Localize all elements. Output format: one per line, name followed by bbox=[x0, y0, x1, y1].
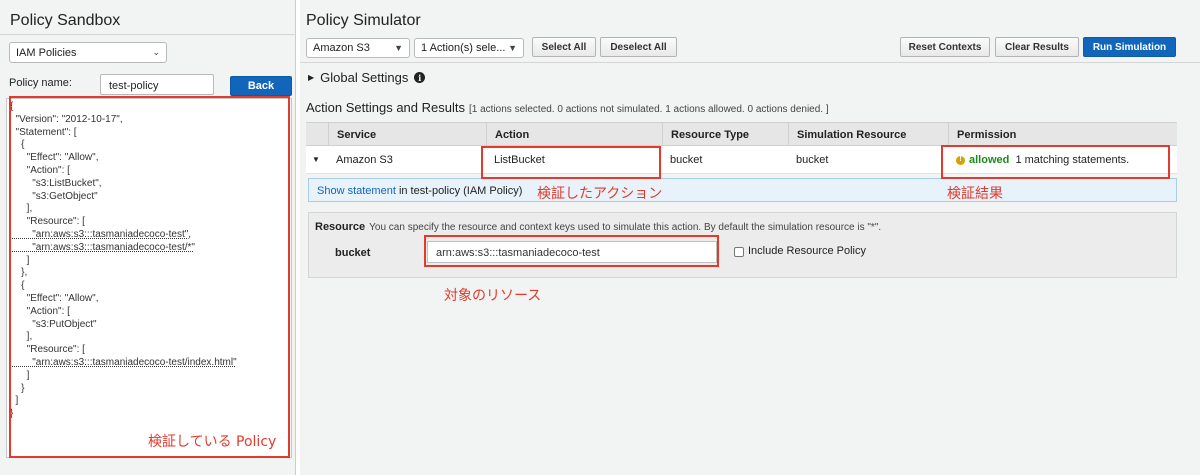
caret-down-icon: ▼ bbox=[394, 43, 403, 53]
service-select[interactable]: Amazon S3 ▼ bbox=[306, 38, 410, 58]
resource-label: Resource bbox=[315, 221, 366, 233]
action-settings-heading: Action Settings and Results [1 actions se… bbox=[306, 100, 829, 115]
column-header-service[interactable]: Service bbox=[328, 123, 486, 147]
resource-key-label: bucket bbox=[335, 247, 371, 259]
action-select[interactable]: 1 Action(s) sele... ▼ bbox=[414, 38, 524, 58]
sandbox-divider bbox=[0, 34, 296, 35]
resource-hint: You can specify the resource and context… bbox=[369, 222, 882, 233]
caret-right-icon: ▶ bbox=[308, 73, 315, 82]
cell-service: Amazon S3 bbox=[336, 154, 393, 166]
policy-type-value: IAM Policies bbox=[16, 46, 77, 59]
action-settings-summary: [1 actions selected. 0 actions not simul… bbox=[468, 104, 829, 115]
results-table-header: Service Action Resource Type Simulation … bbox=[306, 122, 1177, 147]
action-highlight-box bbox=[481, 146, 661, 179]
action-settings-title: Action Settings and Results bbox=[306, 100, 465, 115]
column-header-resource-type[interactable]: Resource Type bbox=[662, 123, 788, 147]
reset-contexts-button[interactable]: Reset Contexts bbox=[900, 37, 990, 57]
action-annotation: 検証したアクション bbox=[537, 186, 663, 202]
statement-source: in test-policy (IAM Policy) bbox=[398, 185, 523, 197]
column-header-action[interactable]: Action bbox=[486, 123, 662, 147]
result-highlight-box bbox=[941, 145, 1170, 179]
clear-results-button[interactable]: Clear Results bbox=[995, 37, 1079, 57]
cell-resource-type: bucket bbox=[670, 154, 703, 166]
policy-type-select[interactable]: IAM Policies ⌄ bbox=[9, 42, 167, 63]
action-select-value: 1 Action(s) sele... bbox=[421, 42, 506, 54]
back-button[interactable]: Back bbox=[230, 76, 292, 96]
toolbar-divider bbox=[300, 62, 1200, 63]
global-settings-toggle[interactable]: ▶ Global Settings i bbox=[308, 70, 426, 85]
select-all-button[interactable]: Select All bbox=[532, 37, 596, 57]
resource-annotation: 対象のリソース bbox=[444, 288, 542, 304]
info-icon[interactable]: i bbox=[414, 72, 426, 83]
show-statement-link[interactable]: Show statement bbox=[317, 185, 396, 197]
simulator-title: Policy Simulator bbox=[306, 12, 421, 29]
include-resource-policy-label: Include Resource Policy bbox=[748, 245, 867, 257]
run-simulation-button[interactable]: Run Simulation bbox=[1083, 37, 1176, 57]
caret-down-icon: ▼ bbox=[508, 43, 517, 53]
sandbox-title: Policy Sandbox bbox=[10, 12, 121, 29]
resource-highlight-box bbox=[424, 235, 719, 267]
statement-bar: Show statement in test-policy (IAM Polic… bbox=[308, 178, 1177, 202]
policy-annotation: 検証している Policy bbox=[148, 434, 277, 450]
row-expand-icon[interactable]: ▼ bbox=[306, 146, 320, 174]
column-header-permission[interactable]: Permission bbox=[948, 123, 1177, 147]
global-settings-label: Global Settings bbox=[320, 70, 409, 85]
service-select-value: Amazon S3 bbox=[313, 42, 370, 54]
policy-highlight-box bbox=[9, 96, 290, 458]
result-annotation: 検証結果 bbox=[947, 186, 1003, 202]
policy-name-field[interactable]: test-policy bbox=[100, 74, 214, 95]
column-header-simulation-resource[interactable]: Simulation Resource bbox=[788, 123, 948, 147]
include-resource-policy-checkbox[interactable] bbox=[734, 247, 744, 257]
policy-name-label: Policy name: bbox=[9, 77, 72, 89]
cell-simulation-resource: bucket bbox=[796, 154, 829, 166]
chevron-down-icon: ⌄ bbox=[152, 47, 160, 57]
resource-heading: Resource You can specify the resource and… bbox=[315, 221, 881, 233]
deselect-all-button[interactable]: Deselect All bbox=[600, 37, 677, 57]
